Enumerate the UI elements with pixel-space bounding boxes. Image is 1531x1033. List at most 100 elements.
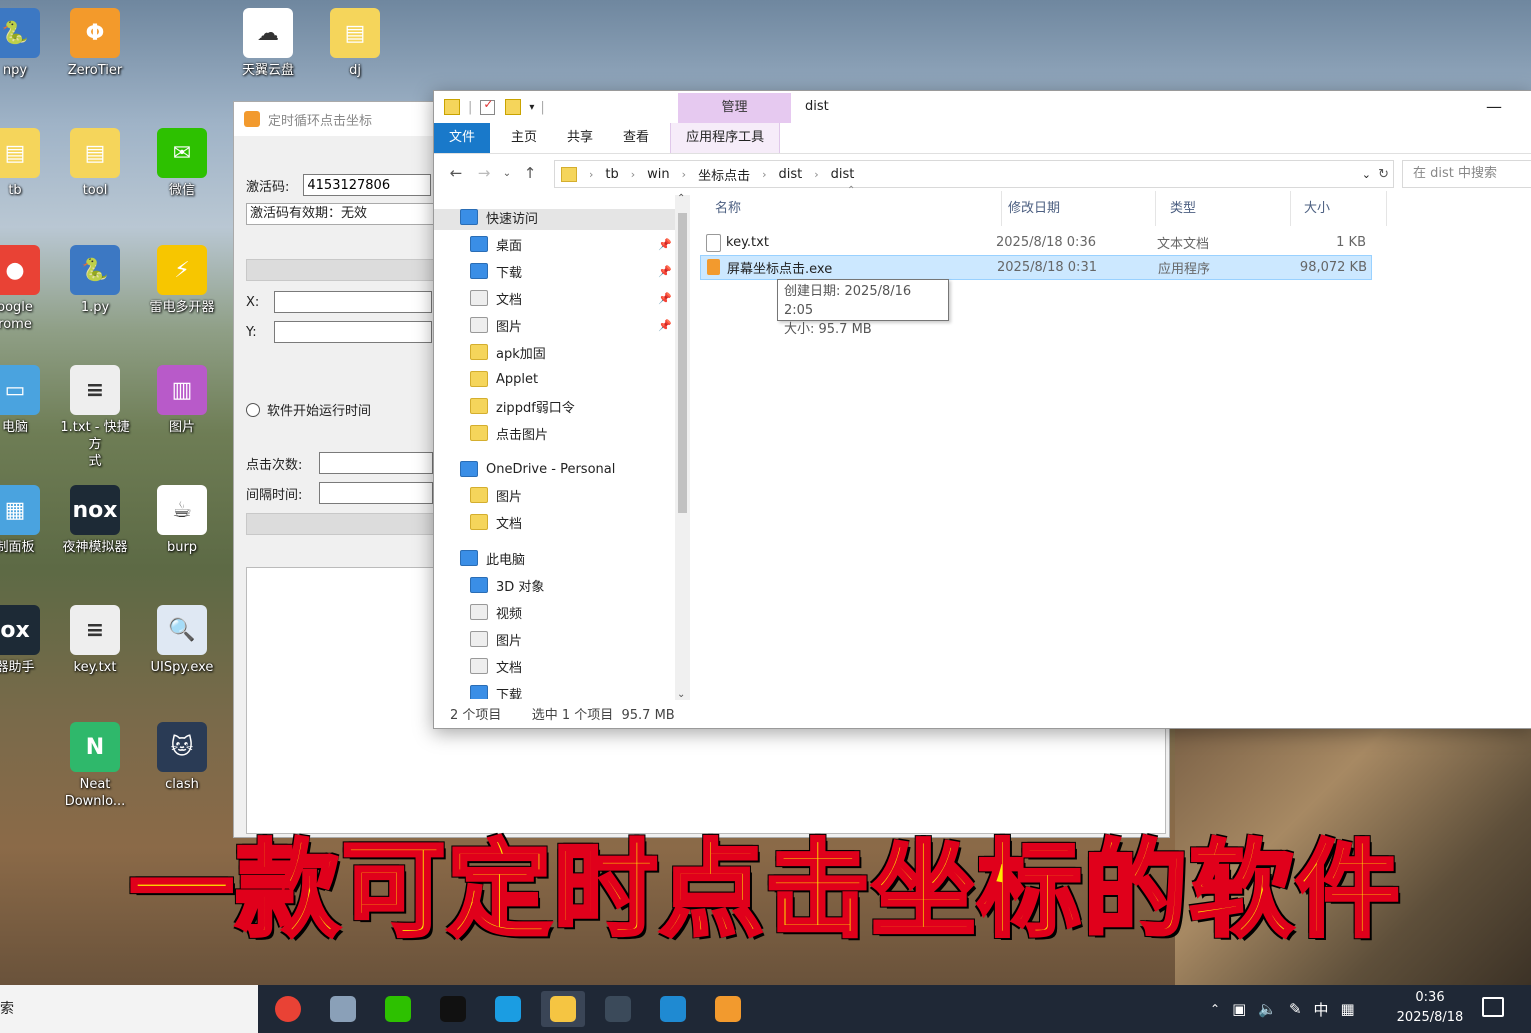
column-size[interactable]: 大小 xyxy=(1291,191,1387,226)
desktop-icon[interactable]: ☁ 天翼云盘 xyxy=(228,8,308,79)
forward-arrow-icon[interactable]: → xyxy=(470,164,498,182)
click-count-input[interactable] xyxy=(319,452,433,474)
desktop-icon[interactable]: ≡ 1.txt - 快捷方 式 xyxy=(55,365,135,470)
desktop-icon[interactable]: ⚡ 雷电多开器 xyxy=(142,245,222,316)
network-icon[interactable]: ▣ xyxy=(1232,1000,1246,1018)
nav-item[interactable]: Applet xyxy=(470,366,538,392)
back-arrow-icon[interactable]: ← xyxy=(442,164,470,182)
ime-mode-icon[interactable]: ▦ xyxy=(1341,1000,1355,1018)
nav-item[interactable]: zippdf弱口令 xyxy=(470,393,575,419)
desktop-icon[interactable]: ▤ tool xyxy=(55,128,135,199)
desktop-icon[interactable]: ▦ 制面板 xyxy=(0,485,55,556)
desktop-icon[interactable]: ▤ tb xyxy=(0,128,55,199)
desktop-icon[interactable]: Φ ZeroTier xyxy=(55,8,135,79)
desktop-icon[interactable]: ✉ 微信 xyxy=(142,128,222,199)
x-coordinate-input[interactable] xyxy=(274,291,432,313)
ime-indicator[interactable]: 中 xyxy=(1314,999,1329,1020)
desktop-icon[interactable]: ● oogle rome xyxy=(0,245,55,333)
desktop-icon[interactable]: ▤ dj xyxy=(315,8,395,79)
new-folder-icon[interactable] xyxy=(505,99,522,115)
desktop-icon[interactable]: ▭ 电脑 xyxy=(0,365,55,436)
breadcrumb-dist-current[interactable]: dist xyxy=(831,167,855,182)
tab-app-tools[interactable]: 应用程序工具 xyxy=(670,123,781,153)
breadcrumb-dist[interactable]: dist xyxy=(778,167,802,182)
desktop-icon[interactable]: 🔍 UISpy.exe xyxy=(142,605,222,676)
taskbar-edge[interactable] xyxy=(486,991,530,1027)
activation-code-input[interactable] xyxy=(303,174,432,196)
nav-item[interactable]: 此电脑 xyxy=(460,545,525,571)
nav-item[interactable]: 桌面 📌 xyxy=(470,231,672,257)
desktop-icon[interactable]: ≡ key.txt xyxy=(55,605,135,676)
tab-file[interactable]: 文件 xyxy=(434,123,491,153)
start-time-radio[interactable] xyxy=(246,402,260,417)
checkbox-icon[interactable]: ✓ xyxy=(480,97,496,115)
desktop-icon[interactable]: ▥ 图片 xyxy=(142,365,222,436)
notification-icon[interactable] xyxy=(1482,997,1504,1017)
minimize-button[interactable]: — xyxy=(1486,97,1502,116)
taskbar-vscode[interactable] xyxy=(651,991,695,1027)
taskbar-qq[interactable] xyxy=(431,991,475,1027)
nav-scrollbar[interactable]: ⌃ ⌄ xyxy=(675,193,690,700)
nav-item[interactable]: 文档 xyxy=(470,653,522,679)
pen-icon[interactable]: ✎ xyxy=(1289,1000,1302,1018)
start-button[interactable] xyxy=(246,513,438,535)
manage-context-tab[interactable]: 管理 xyxy=(678,93,791,123)
nav-item[interactable]: 3D 对象 xyxy=(470,572,544,598)
tab-home[interactable]: 主页 xyxy=(496,123,552,153)
tab-share[interactable]: 共享 xyxy=(552,123,608,153)
interval-input[interactable] xyxy=(319,482,433,504)
volume-icon[interactable]: 🔈 xyxy=(1258,1000,1277,1018)
taskbar-file-explorer[interactable] xyxy=(541,991,585,1027)
customize-dropdown-icon[interactable]: ▾ xyxy=(529,102,534,113)
scroll-down-icon[interactable]: ⌄ xyxy=(677,689,685,700)
taskbar-click-app[interactable] xyxy=(706,991,750,1027)
desktop-icon[interactable]: N Neat Downlo... xyxy=(55,722,135,810)
clock[interactable]: 0:36 2025/8/18 xyxy=(1385,988,1475,1028)
tab-view[interactable]: 查看 xyxy=(608,123,664,153)
nav-item[interactable]: apk加固 xyxy=(470,339,546,365)
desktop-icon[interactable]: 🐍 npy xyxy=(0,8,55,79)
breadcrumb-zuobiao[interactable]: 坐标点击 xyxy=(698,165,750,184)
desktop-icon[interactable]: ☕ burp xyxy=(142,485,222,556)
taskbar-wechat[interactable] xyxy=(376,991,420,1027)
column-name[interactable]: 名称 xyxy=(702,191,1002,226)
pin-icon[interactable]: 📌 xyxy=(658,292,672,305)
nav-item[interactable]: 图片 xyxy=(470,626,522,652)
nav-item[interactable]: 下载 xyxy=(470,680,522,699)
nav-item[interactable]: 快速访问 xyxy=(434,209,675,230)
recent-dropdown-icon[interactable]: ⌄ xyxy=(498,168,516,179)
scroll-up-icon[interactable]: ⌃ xyxy=(677,193,685,204)
nav-item[interactable]: 图片 📌 xyxy=(470,312,672,338)
desktop-icon[interactable]: nox 夜神模拟器 xyxy=(55,485,135,556)
scroll-thumb[interactable] xyxy=(678,213,687,513)
breadcrumb-tb[interactable]: tb xyxy=(605,167,618,182)
address-bar[interactable]: › tb › win › 坐标点击 › dist › dist ⌄ ↻ xyxy=(554,160,1394,188)
nav-item[interactable]: OneDrive - Personal xyxy=(460,456,615,482)
address-dropdown-icon[interactable]: ⌄ xyxy=(1362,168,1371,181)
pin-icon[interactable]: 📌 xyxy=(658,319,672,332)
up-arrow-icon[interactable]: ↑ xyxy=(516,164,544,182)
pin-icon[interactable]: 📌 xyxy=(658,265,672,278)
nav-item[interactable]: 视频 xyxy=(470,599,522,625)
file-row[interactable]: key.txt 2025/8/18 0:36 文本文档 1 KB xyxy=(700,231,1370,254)
taskbar-nox[interactable] xyxy=(596,991,640,1027)
desktop-icon[interactable]: ox 器助手 xyxy=(0,605,55,676)
file-row[interactable]: 屏幕坐标点击.exe 2025/8/18 0:31 应用程序 98,072 KB xyxy=(700,255,1372,280)
tray-expand-icon[interactable]: ⌃ xyxy=(1210,1002,1220,1016)
desktop-icon[interactable]: 🐱 clash xyxy=(142,722,222,793)
taskbar-sandbox[interactable] xyxy=(321,991,365,1027)
nav-item[interactable]: 下载 📌 xyxy=(470,258,672,284)
taskbar-search[interactable]: 索 xyxy=(0,985,258,1033)
search-input[interactable]: 在 dist 中搜索 xyxy=(1402,160,1531,188)
folder-icon[interactable] xyxy=(444,99,460,115)
column-type[interactable]: 类型 xyxy=(1157,191,1291,226)
y-coordinate-input[interactable] xyxy=(274,321,432,343)
taskbar-chrome[interactable] xyxy=(266,991,310,1027)
nav-item[interactable]: 文档 📌 xyxy=(470,285,672,311)
column-date[interactable]: 修改日期 xyxy=(995,191,1156,226)
pin-icon[interactable]: 📌 xyxy=(658,238,672,251)
breadcrumb-win[interactable]: win xyxy=(647,167,669,182)
desktop-icon[interactable]: 🐍 1.py xyxy=(55,245,135,316)
nav-item[interactable]: 点击图片 xyxy=(470,420,548,446)
refresh-icon[interactable]: ↻ xyxy=(1378,167,1389,182)
